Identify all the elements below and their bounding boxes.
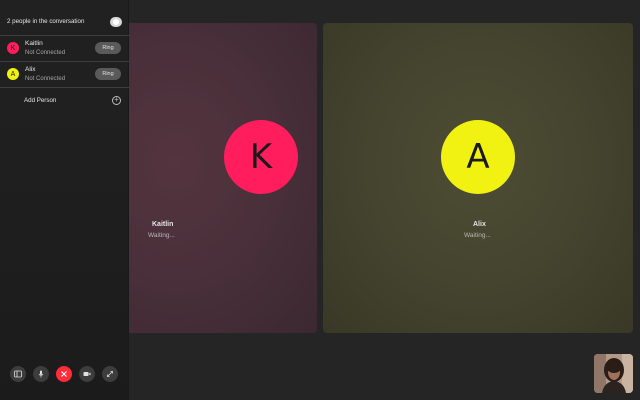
- end-call-button[interactable]: [56, 366, 72, 382]
- self-camera-preview[interactable]: [594, 354, 633, 393]
- microphone-icon: [38, 370, 44, 378]
- person-name: Kaitlin: [25, 40, 43, 47]
- participant-name: Alix: [473, 221, 486, 228]
- conversation-count-title: 2 people in the conversation: [7, 18, 85, 25]
- facetime-window: K Kaitlin Waiting... A Alix Waiting... 2…: [0, 0, 640, 400]
- add-person-row[interactable]: Add Person +: [0, 92, 129, 108]
- participant-status: Waiting...: [148, 232, 175, 239]
- person-row-alix: A Alix Not Connected Ring: [0, 62, 129, 86]
- sidebar-toggle-button[interactable]: [10, 366, 26, 382]
- video-toggle-button[interactable]: [79, 366, 95, 382]
- person-avatar: A: [7, 68, 19, 80]
- end-call-icon: [61, 371, 67, 377]
- participant-avatar: A: [441, 120, 515, 194]
- avatar-initial: A: [466, 137, 490, 177]
- person-name: Alix: [25, 66, 36, 73]
- participant-name: Kaitlin: [152, 221, 174, 228]
- video-camera-icon: [83, 372, 91, 376]
- self-portrait-image: [594, 354, 633, 393]
- participant-avatar: K: [224, 120, 298, 194]
- fullscreen-icon: [107, 371, 113, 377]
- participant-status: Waiting...: [464, 232, 491, 239]
- people-sidebar: 2 people in the conversation K Kaitlin N…: [0, 0, 129, 400]
- participant-tile-alix[interactable]: A Alix Waiting...: [323, 23, 633, 333]
- participant-tile-kaitlin[interactable]: K Kaitlin Waiting...: [100, 23, 317, 333]
- add-person-label: Add Person: [24, 97, 57, 104]
- person-avatar: K: [7, 42, 19, 54]
- ring-button-kaitlin[interactable]: Ring: [95, 42, 121, 54]
- person-status: Not Connected: [25, 50, 66, 56]
- sidebar-toggle-icon: [14, 370, 22, 378]
- person-row-kaitlin: K Kaitlin Not Connected Ring: [0, 36, 129, 60]
- avatar-initial: A: [10, 70, 16, 78]
- fullscreen-button[interactable]: [102, 366, 118, 382]
- avatar-initial: K: [249, 137, 273, 177]
- person-status: Not Connected: [25, 76, 66, 82]
- divider: [0, 87, 129, 88]
- mute-button[interactable]: [33, 366, 49, 382]
- sidebar-toggle-switch[interactable]: [110, 17, 122, 27]
- sidebar-header: 2 people in the conversation: [0, 10, 129, 34]
- add-person-plus-icon[interactable]: +: [112, 96, 121, 105]
- avatar-initial: K: [10, 44, 16, 52]
- ring-button-alix[interactable]: Ring: [95, 68, 121, 80]
